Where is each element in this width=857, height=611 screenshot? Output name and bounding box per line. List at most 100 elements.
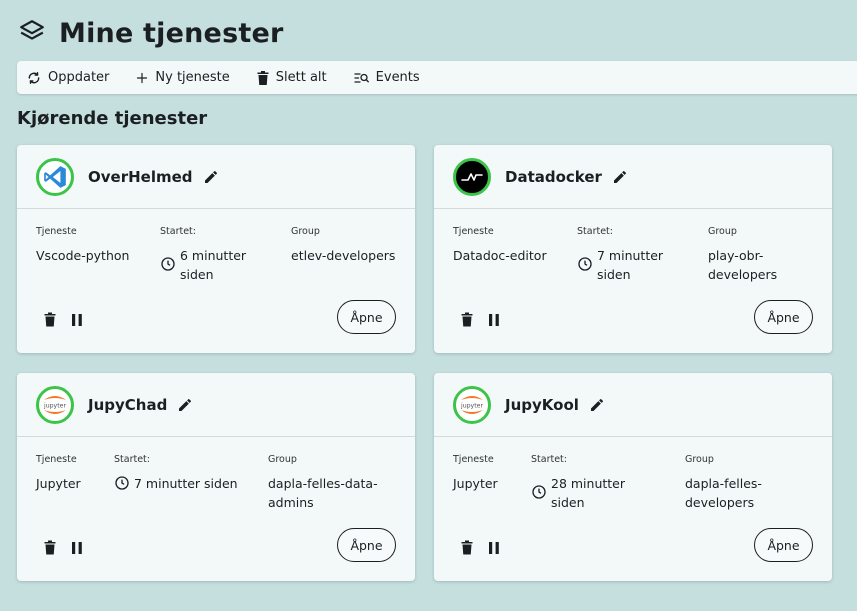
- group-label: Group: [708, 226, 737, 237]
- service-name: Datadocker: [505, 167, 602, 186]
- layers-icon: [19, 18, 45, 48]
- service-value: Jupyter: [453, 476, 498, 491]
- page-header: Mine tjenester: [19, 14, 283, 52]
- started-label: Startet:: [577, 226, 613, 237]
- service-name: OverHelmed: [88, 167, 193, 186]
- started-value-wrap: 7 minutter siden: [114, 474, 274, 493]
- started-value-wrap: 28 minutter siden: [531, 474, 651, 512]
- card-info: Tjeneste Jupyter Startet: 7 minutter sid…: [17, 437, 415, 519]
- service-label: Tjeneste: [36, 454, 77, 465]
- started-value-wrap: 6 minutter siden: [160, 246, 280, 284]
- card-actions: [461, 312, 499, 327]
- started-label: Startet:: [114, 454, 150, 465]
- open-button[interactable]: Åpne: [337, 528, 396, 562]
- pause-icon[interactable]: [72, 541, 82, 554]
- pause-icon[interactable]: [72, 313, 82, 326]
- service-column: Tjeneste Jupyter: [36, 454, 81, 493]
- group-label: Group: [685, 454, 714, 465]
- card-actions: [44, 540, 82, 555]
- jupyter-icon: jupyter: [453, 385, 491, 424]
- group-value: dapla-felles-developers: [685, 476, 762, 510]
- card-info: Tjeneste Datadoc-editor Startet: 7 minut…: [434, 209, 832, 291]
- delete-all-button[interactable]: Slett alt: [257, 70, 327, 85]
- trash-icon[interactable]: [461, 540, 473, 555]
- jupyter-icon: jupyter: [36, 385, 74, 424]
- pencil-icon[interactable]: [203, 169, 219, 185]
- pencil-icon[interactable]: [612, 169, 628, 185]
- service-value: Jupyter: [36, 476, 81, 491]
- started-column: Startet: 28 minutter siden: [531, 454, 651, 512]
- service-label: Tjeneste: [453, 226, 494, 237]
- service-card: jupyter JupyKool Tjeneste Jupyter Starte…: [434, 373, 832, 581]
- service-card: OverHelmed Tjeneste Vscode-python Starte…: [17, 145, 415, 353]
- started-value-wrap: 7 minutter siden: [577, 246, 697, 284]
- card-info: Tjeneste Jupyter Startet: 28 minutter si…: [434, 437, 832, 519]
- card-header: OverHelmed: [17, 145, 415, 209]
- service-label: Tjeneste: [36, 226, 77, 237]
- card-actions: [461, 540, 499, 555]
- group-column: Group dapla-felles-developers: [685, 454, 785, 512]
- svg-text:jupyter: jupyter: [43, 402, 66, 409]
- trash-icon[interactable]: [461, 312, 473, 327]
- refresh-button[interactable]: Oppdater: [27, 70, 109, 85]
- service-value: Datadoc-editor: [453, 248, 547, 263]
- clock-icon: [578, 257, 592, 271]
- started-value: 6 minutter siden: [180, 248, 247, 282]
- card-header: Datadocker: [434, 145, 832, 209]
- clock-icon: [532, 485, 546, 499]
- service-label: Tjeneste: [453, 454, 494, 465]
- pause-icon[interactable]: [489, 541, 499, 554]
- trash-icon[interactable]: [44, 540, 56, 555]
- group-label: Group: [268, 454, 297, 465]
- group-column: Group dapla-felles-data-admins: [268, 454, 393, 512]
- pencil-icon[interactable]: [589, 397, 605, 413]
- svg-text:jupyter: jupyter: [460, 402, 483, 409]
- page-title: Mine tjenester: [59, 17, 284, 49]
- started-column: Startet: 7 minutter siden: [577, 226, 697, 284]
- events-label: Events: [375, 70, 420, 85]
- started-value: 7 minutter siden: [134, 476, 238, 491]
- card-actions: [44, 312, 82, 327]
- trash-icon: [257, 70, 269, 85]
- clock-icon: [115, 476, 129, 490]
- pause-icon[interactable]: [489, 313, 499, 326]
- events-search-icon: [354, 72, 369, 84]
- open-button[interactable]: Åpne: [754, 300, 813, 334]
- group-column: Group play-obr-developers: [708, 226, 808, 284]
- group-value: play-obr-developers: [708, 248, 778, 282]
- service-column: Tjeneste Datadoc-editor: [453, 226, 547, 265]
- started-value: 28 minutter siden: [551, 476, 626, 510]
- service-card: Datadocker Tjeneste Datadoc-editor Start…: [434, 145, 832, 353]
- delete-all-label: Slett alt: [275, 70, 327, 85]
- vscode-icon: [36, 157, 74, 196]
- toolbar: Oppdater Ny tjeneste Slett alt Events: [17, 61, 857, 94]
- refresh-label: Oppdater: [48, 70, 110, 85]
- started-label: Startet:: [531, 454, 567, 465]
- events-button[interactable]: Events: [354, 70, 420, 85]
- pencil-icon[interactable]: [177, 397, 193, 413]
- plus-icon: [136, 72, 148, 84]
- service-card: jupyter JupyChad Tjeneste Jupyter Starte…: [17, 373, 415, 581]
- service-value: Vscode-python: [36, 248, 130, 263]
- card-header: jupyter JupyChad: [17, 373, 415, 437]
- started-column: Startet: 7 minutter siden: [114, 454, 274, 493]
- group-label: Group: [291, 226, 320, 237]
- group-value: etlev-developers: [291, 248, 396, 263]
- started-column: Startet: 6 minutter siden: [160, 226, 280, 284]
- new-service-label: Ny tjeneste: [155, 70, 230, 85]
- new-service-button[interactable]: Ny tjeneste: [136, 70, 230, 85]
- service-name: JupyChad: [88, 395, 168, 414]
- service-name: JupyKool: [505, 395, 579, 414]
- started-value: 7 minutter siden: [597, 248, 664, 282]
- card-header: jupyter JupyKool: [434, 373, 832, 437]
- section-title: Kjørende tjenester: [17, 108, 208, 129]
- group-column: Group etlev-developers: [291, 226, 406, 265]
- started-label: Startet:: [160, 226, 196, 237]
- refresh-icon: [27, 71, 41, 85]
- datadoc-icon: [453, 157, 491, 196]
- open-button[interactable]: Åpne: [337, 300, 396, 334]
- card-info: Tjeneste Vscode-python Startet: 6 minutt…: [17, 209, 415, 291]
- trash-icon[interactable]: [44, 312, 56, 327]
- service-column: Tjeneste Jupyter: [453, 454, 498, 493]
- open-button[interactable]: Åpne: [754, 528, 813, 562]
